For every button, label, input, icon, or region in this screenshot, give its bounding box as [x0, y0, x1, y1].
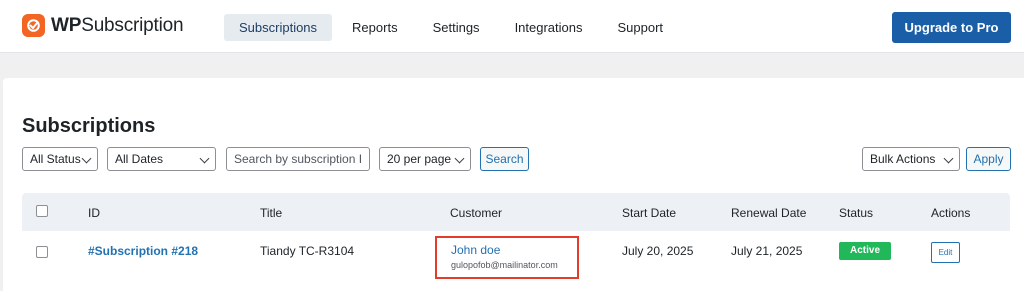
table-header: ID Title Customer Start Date Renewal Dat…	[22, 193, 1010, 231]
per-page-select[interactable]: 20 per page	[379, 147, 471, 171]
customer-email: gulopofob@mailinator.com	[451, 260, 558, 270]
subscription-id-link[interactable]: #Subscription #218	[88, 244, 198, 258]
column-header-actions: Actions	[931, 206, 971, 220]
customer-name-link[interactable]: John doe	[451, 243, 500, 257]
per-page-value: 20 per page	[387, 152, 452, 166]
bulk-actions-select[interactable]: Bulk Actions	[862, 147, 960, 171]
status-filter-value: All Status	[30, 152, 81, 166]
nav-tab-support[interactable]: Support	[603, 14, 679, 41]
column-header-renewal-date[interactable]: Renewal Date	[731, 206, 806, 220]
top-bar: WPSubscription Subscriptions Reports Set…	[0, 0, 1024, 53]
subscription-title: Tiandy TC-R3104	[260, 244, 355, 258]
chevron-down-icon	[943, 153, 954, 164]
page-title: Subscriptions	[22, 115, 156, 137]
nav-tab-reports[interactable]: Reports	[337, 14, 413, 41]
search-button[interactable]: Search	[480, 147, 529, 171]
subscription-search-input[interactable]	[226, 147, 370, 171]
column-header-id[interactable]: ID	[88, 206, 100, 220]
date-filter-value: All Dates	[115, 152, 164, 166]
main-nav: Subscriptions Reports Settings Integrati…	[224, 14, 683, 41]
column-header-customer[interactable]: Customer	[450, 206, 502, 220]
nav-tab-settings[interactable]: Settings	[418, 14, 495, 41]
status-badge: Active	[839, 242, 891, 260]
nav-tab-subscriptions[interactable]: Subscriptions	[224, 14, 333, 41]
brand-name: WPSubscription	[51, 14, 184, 37]
start-date: July 20, 2025	[622, 244, 694, 258]
apply-button[interactable]: Apply	[966, 147, 1011, 171]
status-filter-select[interactable]: All Status	[22, 147, 98, 171]
edit-button[interactable]: Edit	[931, 242, 960, 263]
brand-suffix: Subscription	[81, 14, 184, 36]
upgrade-to-pro-button[interactable]: Upgrade to Pro	[892, 12, 1011, 43]
chevron-down-icon	[199, 153, 210, 164]
chevron-down-icon	[81, 153, 92, 164]
brand-prefix: WP	[51, 14, 82, 36]
date-filter-select[interactable]: All Dates	[107, 147, 216, 171]
column-header-status: Status	[839, 206, 874, 220]
wpsubscription-logo-icon	[22, 14, 45, 37]
renewal-date: July 21, 2025	[731, 244, 803, 258]
column-header-start-date[interactable]: Start Date	[622, 206, 676, 220]
bulk-actions-value: Bulk Actions	[870, 152, 936, 166]
chevron-down-icon	[454, 153, 465, 164]
table-row: #Subscription #218 Tiandy TC-R3104 John …	[22, 231, 1010, 291]
column-header-title[interactable]: Title	[260, 206, 282, 220]
nav-tab-integrations[interactable]: Integrations	[500, 14, 598, 41]
brand-logo[interactable]: WPSubscription	[22, 14, 184, 37]
select-all-checkbox[interactable]	[36, 205, 48, 217]
row-checkbox[interactable]	[36, 246, 48, 258]
